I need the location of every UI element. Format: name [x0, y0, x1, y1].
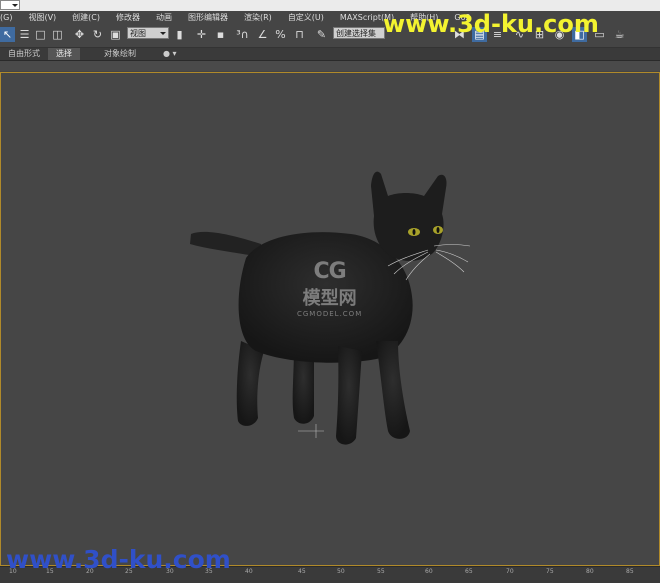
timeline-tick: 75	[546, 568, 554, 575]
window-crossing-icon[interactable]: ◫	[50, 27, 65, 42]
site-watermark-top: www.3d-ku.com	[383, 10, 599, 38]
angle-snap-icon[interactable]: ∠	[255, 27, 270, 42]
pivot-center-icon[interactable]: ▮	[172, 27, 187, 42]
cgmodel-logo: CG	[313, 259, 347, 284]
black-cat-model	[190, 171, 471, 445]
menu-item-graph-editors[interactable]: 图形编辑器	[188, 12, 228, 23]
rectangular-region-icon[interactable]: □	[33, 27, 48, 42]
tab-object-paint[interactable]: 对象绘制	[96, 48, 144, 60]
keyboard-shortcut-icon[interactable]: ▪	[213, 27, 228, 42]
menu-item-modifiers[interactable]: 修改器	[116, 12, 140, 23]
cgmodel-name: 模型网	[302, 288, 357, 309]
timeline-tick: 65	[465, 568, 473, 575]
menu-item-rendering[interactable]: 渲染(R)	[244, 12, 272, 23]
select-by-name-icon[interactable]: ☰	[17, 27, 32, 42]
cgmodel-watermark: CG 模型网 CGMODEL.COM	[297, 259, 362, 318]
scale-icon[interactable]: ▣	[108, 27, 123, 42]
spinner-snap-icon[interactable]: ⊓	[292, 27, 307, 42]
timeline-tick: 60	[425, 568, 433, 575]
ribbon-options-icon[interactable]: ● ▾	[155, 48, 185, 60]
reference-coordinate-dropdown[interactable]: 视图	[127, 27, 169, 39]
timeline-tick: 55	[377, 568, 385, 575]
chevron-down-icon	[12, 4, 18, 7]
menu-item-views[interactable]: 视图(V)	[28, 12, 56, 23]
timeline-tick: 70	[506, 568, 514, 575]
ribbon-tabs: 自由形式 选择 对象绘制 ● ▾	[0, 48, 660, 61]
tab-freeform[interactable]: 自由形式	[0, 48, 48, 60]
timeline-tick: 50	[337, 568, 345, 575]
chevron-down-icon	[160, 32, 166, 35]
select-manipulate-icon[interactable]: ✛	[194, 27, 209, 42]
edit-named-selection-icon[interactable]: ✎	[314, 27, 329, 42]
menu-item-animation[interactable]: 动画	[156, 12, 172, 23]
rotate-icon[interactable]: ↻	[90, 27, 105, 42]
menu-item-customize[interactable]: 自定义(U)	[288, 12, 324, 23]
cgmodel-site: CGMODEL.COM	[297, 310, 363, 318]
named-selection-set-dropdown[interactable]: 创建选择集	[333, 27, 385, 39]
quick-access-dropdown[interactable]	[0, 0, 20, 10]
select-object-icon[interactable]: ↖	[0, 27, 15, 42]
reference-coordinate-value: 视图	[130, 29, 146, 38]
move-icon[interactable]: ✥	[72, 27, 87, 42]
site-watermark-bottom: www.3d-ku.com	[6, 545, 231, 574]
tab-selection[interactable]: 选择	[48, 48, 80, 60]
snaps-toggle-icon[interactable]: ³∩	[235, 27, 250, 42]
timeline-tick: 45	[298, 568, 306, 575]
menu-item-group[interactable]: (G)	[0, 13, 12, 22]
perspective-viewport[interactable]: CG 模型网 CGMODEL.COM	[0, 72, 660, 566]
menu-item-create[interactable]: 创建(C)	[72, 12, 100, 23]
timeline-tick: 40	[245, 568, 253, 575]
timeline-tick: 85	[626, 568, 634, 575]
render-icon[interactable]: ☕	[612, 27, 627, 42]
percent-snap-icon[interactable]: %	[273, 27, 288, 42]
named-selection-set-value: 创建选择集	[336, 29, 376, 38]
timeline-tick: 80	[586, 568, 594, 575]
ribbon-panel	[0, 61, 660, 71]
